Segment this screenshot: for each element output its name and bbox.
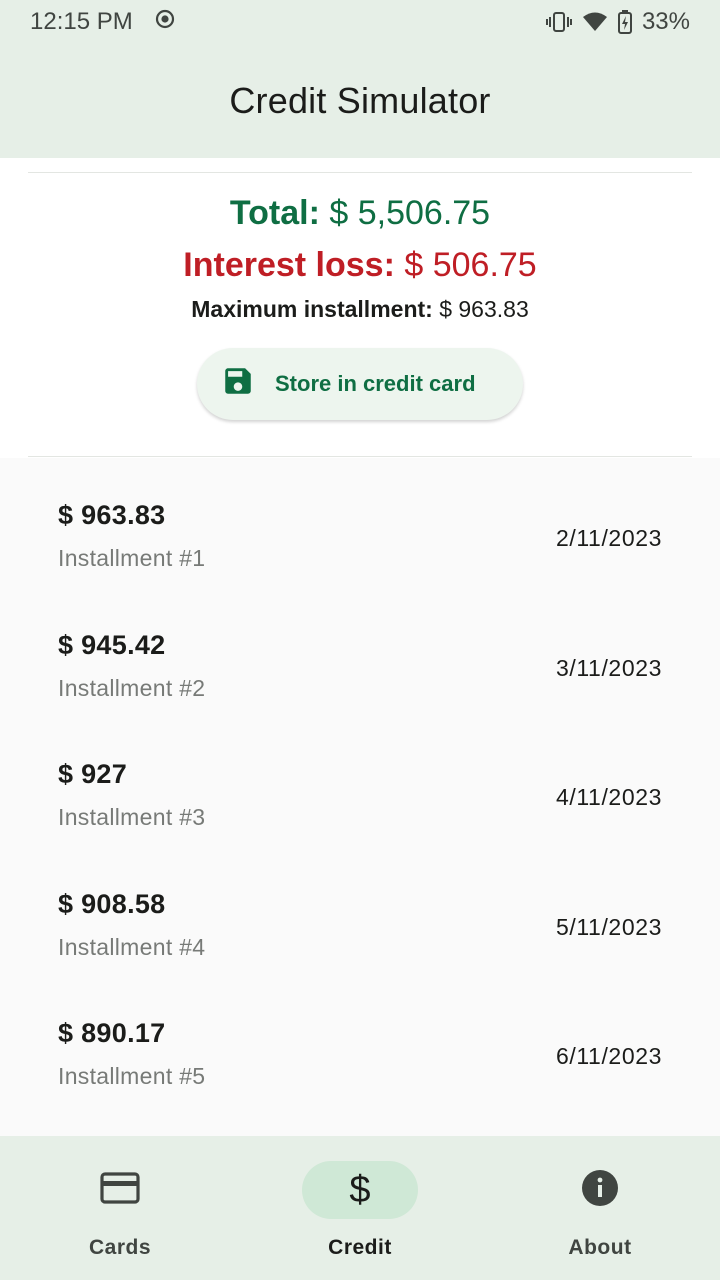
nav-item-about[interactable]: About: [480, 1136, 720, 1280]
status-left: 12:15 PM: [30, 8, 175, 36]
summary-panel: Total: $ 5,506.75 Interest loss: $ 506.7…: [0, 158, 720, 458]
list-item[interactable]: $ 945.42 Installment #2 3/11/2023: [0, 588, 720, 718]
interest-value: $ 506.75: [404, 246, 537, 284]
total-line: Total: $ 5,506.75: [0, 194, 720, 233]
app-bar: Credit Simulator: [0, 44, 720, 158]
status-right: 33%: [545, 8, 690, 36]
nav-item-cards[interactable]: Cards: [0, 1136, 240, 1280]
record-indicator-icon: [155, 8, 175, 36]
nav-pill: [542, 1161, 658, 1219]
installment-label: Installment #2: [58, 674, 206, 701]
installment-date: 5/11/2023: [555, 913, 662, 940]
nav-pill: [62, 1161, 178, 1219]
store-in-credit-card-button[interactable]: Store in credit card: [197, 348, 523, 420]
nav-label: About: [568, 1236, 632, 1259]
installment-amount: $ 945.42: [58, 629, 166, 660]
installment-date: 6/11/2023: [555, 1043, 662, 1069]
divider: [28, 172, 692, 173]
nav-item-credit[interactable]: $ Credit: [240, 1136, 480, 1280]
list-item[interactable]: $ 908.58 Installment #4 5/11/2023: [0, 847, 720, 977]
bottom-navigation: Cards $ Credit About: [0, 1136, 720, 1280]
store-button-label: Store in credit card: [275, 371, 476, 396]
installment-amount: $ 908.58: [58, 888, 166, 919]
installment-label: Installment #3: [58, 804, 206, 830]
installment-amount: $ 963.83: [58, 500, 166, 530]
interest-label: Interest loss:: [183, 246, 395, 284]
info-icon: [581, 1169, 619, 1212]
status-bar: 12:15 PM 33%: [0, 0, 720, 44]
installment-amount: $ 890.17: [58, 1018, 166, 1048]
installment-list: $ 963.83 Installment #1 2/11/2023 $ 945.…: [0, 458, 720, 1106]
installment-label: Installment #4: [58, 933, 206, 960]
list-item[interactable]: $ 890.17 Installment #5 6/11/2023: [0, 976, 720, 1106]
interest-line: Interest loss: $ 506.75: [0, 246, 720, 285]
save-icon: [221, 364, 255, 404]
installment-amount: $ 927: [58, 759, 128, 789]
wifi-icon: [582, 11, 608, 33]
dollar-icon: $: [349, 1168, 371, 1211]
battery-percent: 33%: [641, 8, 690, 35]
installment-date: 3/11/2023: [555, 654, 662, 681]
list-item[interactable]: $ 927 Installment #3 4/11/2023: [0, 717, 720, 847]
nav-label: Cards: [88, 1236, 152, 1259]
installment-date: 4/11/2023: [555, 784, 662, 810]
status-time: 12:15 PM: [30, 8, 133, 35]
nav-label: Credit: [328, 1236, 392, 1259]
total-value: $ 5,506.75: [329, 194, 491, 232]
max-installment-value: $ 963.83: [439, 296, 529, 322]
list-item[interactable]: $ 963.83 Installment #1 2/11/2023: [0, 458, 720, 588]
credit-card-icon: [100, 1171, 140, 1210]
battery-icon: [617, 10, 632, 34]
installment-label: Installment #5: [58, 1063, 206, 1089]
max-installment-label: Maximum installment:: [191, 296, 433, 322]
total-label: Total:: [229, 194, 320, 232]
nav-pill-active: $: [302, 1161, 418, 1219]
divider: [28, 456, 692, 457]
max-installment-line: Maximum installment: $ 963.83: [0, 296, 720, 323]
page-title: Credit Simulator: [229, 80, 491, 121]
installment-date: 2/11/2023: [555, 525, 662, 551]
installment-label: Installment #1: [58, 545, 206, 571]
vibrate-icon: [545, 11, 572, 33]
